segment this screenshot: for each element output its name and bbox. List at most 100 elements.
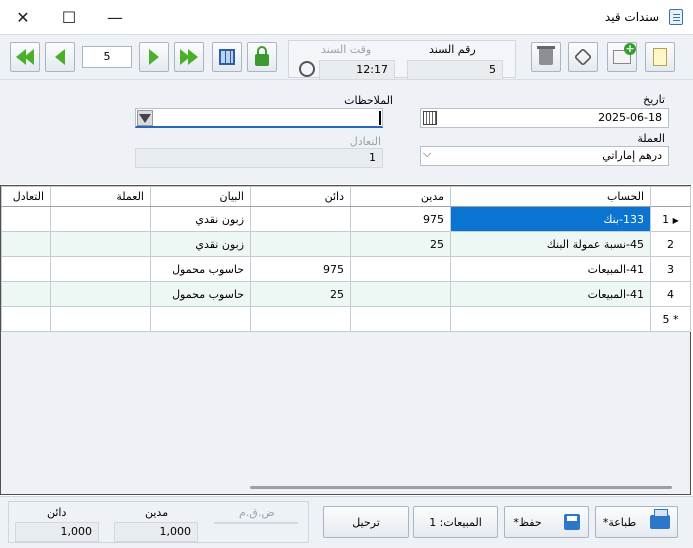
add-row-icon <box>613 43 636 64</box>
voucher-header-form: تاريخ 2025-06-18 العملة درهم إماراتي ⌵ ا… <box>0 80 693 184</box>
debit-cell[interactable] <box>350 281 451 307</box>
currency-cell[interactable] <box>50 281 151 307</box>
title-bar: ✕ ☐ — سندات قيد <box>0 0 693 34</box>
voucher-number-field: 5 <box>407 60 503 80</box>
lock-button[interactable] <box>247 42 277 72</box>
toolbar: 5 وقت السند رقم السند 12:17 5 <box>0 34 693 80</box>
currency-cell[interactable] <box>50 206 151 232</box>
horizontal-scrollbar[interactable] <box>250 486 672 489</box>
text-cursor <box>379 111 381 125</box>
row-number-cell[interactable]: 5 * <box>650 306 691 332</box>
column-header-rate[interactable]: التعادل <box>1 186 51 207</box>
minimize-button[interactable]: — <box>92 0 138 34</box>
row-number-cell[interactable]: 1 ▶ <box>650 206 691 232</box>
save-button[interactable]: حفظ* <box>504 506 589 538</box>
credit-cell[interactable]: 975 <box>250 256 351 282</box>
previous-record-button[interactable] <box>45 42 75 72</box>
note-icon <box>653 48 667 66</box>
table-row[interactable]: زبون نقدي 25 45-نسبة عمولة البنك 2 <box>1 231 691 257</box>
debit-total-field: 1,000 <box>114 522 198 542</box>
column-header-account[interactable]: الحساب <box>450 186 651 207</box>
debit-total-label: مدين <box>145 506 169 519</box>
currency-cell[interactable] <box>50 256 151 282</box>
clock-icon <box>299 61 315 77</box>
stamp-icon <box>573 47 593 67</box>
credit-cell[interactable] <box>250 231 351 257</box>
rate-cell[interactable] <box>1 256 51 282</box>
add-row-button[interactable] <box>607 42 637 72</box>
voucher-info-panel: وقت السند رقم السند 12:17 5 <box>288 40 516 80</box>
credit-cell[interactable]: 25 <box>250 281 351 307</box>
row-number-cell[interactable]: 3 <box>650 256 691 282</box>
vat-field <box>214 522 298 524</box>
last-record-button[interactable] <box>174 42 204 72</box>
table-row[interactable]: حاسوب محمول 25 41-المبيعات 4 <box>1 281 691 307</box>
trash-icon <box>537 46 555 65</box>
currency-select[interactable]: درهم إماراتي <box>420 146 669 166</box>
new-table-row[interactable]: 5 * <box>1 306 691 332</box>
floppy-disk-icon <box>563 514 580 530</box>
credit-cell[interactable] <box>250 206 351 232</box>
description-cell[interactable]: حاسوب محمول <box>150 256 251 282</box>
credit-total-label: دائن <box>47 506 67 519</box>
account-cell[interactable]: 41-المبيعات <box>450 256 651 282</box>
row-number-cell[interactable]: 4 <box>650 281 691 307</box>
current-row-icon: ▶ <box>672 215 679 225</box>
column-header-description[interactable]: البيان <box>150 186 251 207</box>
debit-cell[interactable]: 975 <box>350 206 451 232</box>
account-cell[interactable]: 133-بنك <box>450 206 651 232</box>
notes-label: الملاحظات <box>344 94 393 107</box>
arrow-left-icon <box>55 49 65 65</box>
new-voucher-button[interactable] <box>645 42 675 72</box>
arrow-right-icon <box>149 49 159 65</box>
description-cell[interactable]: حاسوب محمول <box>150 281 251 307</box>
rate-field: 1 <box>135 148 383 168</box>
totals-panel: ض.ق.م مدين 1,000 دائن 1,000 <box>8 501 309 543</box>
journal-icon <box>669 9 683 25</box>
first-record-button[interactable] <box>10 42 40 72</box>
rate-cell[interactable] <box>1 281 51 307</box>
sales-count-button[interactable]: المبيعات: 1 <box>413 506 498 538</box>
column-header-row-number <box>650 186 691 207</box>
account-cell[interactable]: 41-المبيعات <box>450 281 651 307</box>
date-input[interactable]: 2025-06-18 <box>420 108 669 128</box>
maximize-button[interactable]: ☐ <box>46 0 92 34</box>
voucher-time-field: 12:17 <box>319 60 395 80</box>
column-header-credit[interactable]: دائن <box>250 186 351 207</box>
entries-grid: التعادل العملة البيان دائن مدين الحساب ز… <box>0 185 691 495</box>
print-button[interactable]: طباعة* <box>595 506 678 538</box>
currency-cell[interactable] <box>50 231 151 257</box>
notes-input[interactable] <box>135 108 383 128</box>
rate-label: التعادل <box>349 135 381 148</box>
account-cell[interactable]: 45-نسبة عمولة البنك <box>450 231 651 257</box>
voucher-number-label: رقم السند <box>429 43 476 56</box>
debit-cell[interactable] <box>350 256 451 282</box>
debit-cell[interactable]: 25 <box>350 231 451 257</box>
approve-button[interactable] <box>568 42 598 72</box>
description-cell[interactable]: زبون نقدي <box>150 206 251 232</box>
lock-icon <box>255 46 269 66</box>
grid-icon <box>219 49 235 65</box>
column-header-debit[interactable]: مدين <box>350 186 451 207</box>
grid-view-button[interactable] <box>212 42 242 72</box>
voucher-time-label: وقت السند <box>321 43 372 56</box>
vat-label: ض.ق.م <box>239 506 275 519</box>
page-number-input[interactable]: 5 <box>82 46 132 68</box>
delete-button[interactable] <box>531 42 561 72</box>
table-row[interactable]: حاسوب محمول 975 41-المبيعات 3 <box>1 256 691 282</box>
footer-bar: طباعة* حفظ* المبيعات: 1 ترحيل ض.ق.م مدين… <box>0 496 693 548</box>
chevron-down-icon[interactable]: ⌵ <box>423 147 431 161</box>
description-cell[interactable]: زبون نقدي <box>150 231 251 257</box>
table-row[interactable]: زبون نقدي 975 133-بنك 1 ▶ <box>1 206 691 232</box>
window-title: سندات قيد <box>604 10 659 24</box>
next-record-button[interactable] <box>139 42 169 72</box>
rate-cell[interactable] <box>1 231 51 257</box>
post-button[interactable]: ترحيل <box>323 506 409 538</box>
calendar-icon[interactable] <box>423 111 437 125</box>
close-button[interactable]: ✕ <box>0 0 46 34</box>
rate-cell[interactable] <box>1 206 51 232</box>
column-header-currency[interactable]: العملة <box>50 186 151 207</box>
date-label: تاريخ <box>643 93 665 106</box>
row-number-cell[interactable]: 2 <box>650 231 691 257</box>
filter-icon[interactable] <box>137 110 153 126</box>
